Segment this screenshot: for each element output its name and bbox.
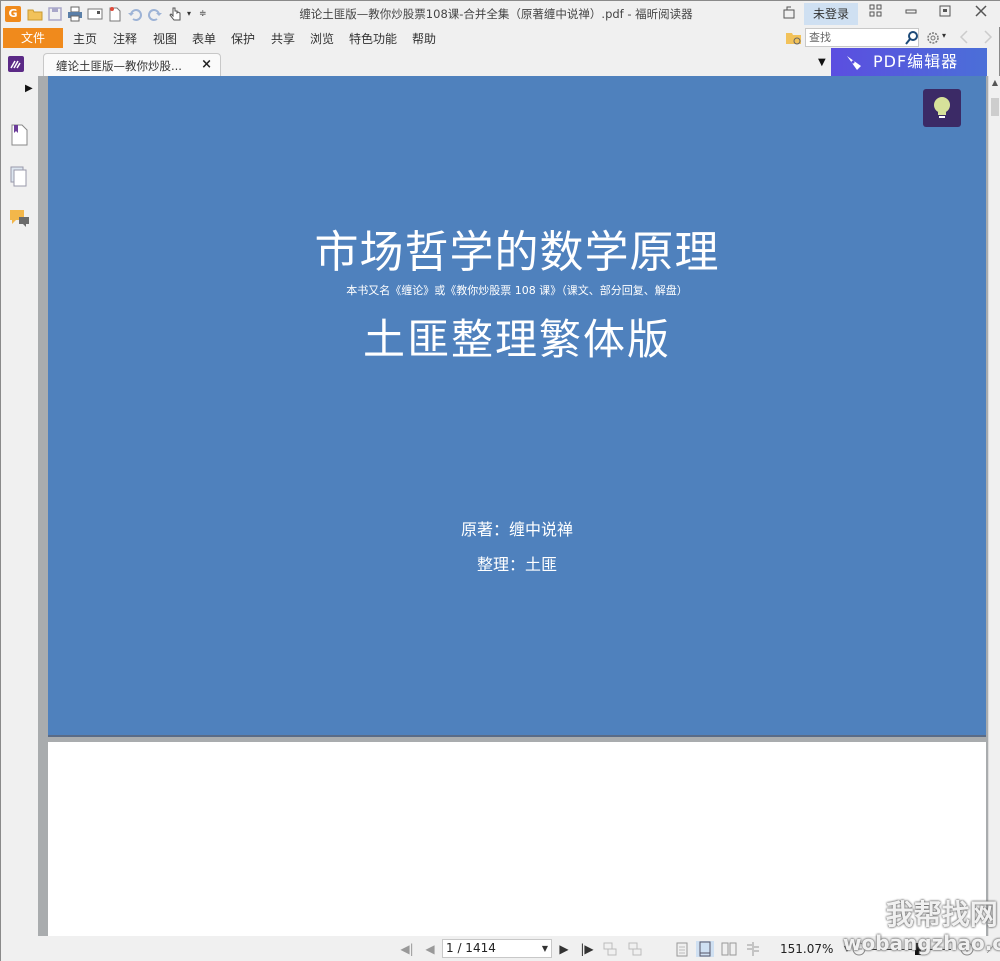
page-thumbnails-icon[interactable] xyxy=(9,165,29,189)
document-author: 原著：缠中说禅 xyxy=(460,520,573,539)
watermark-line-1: 我帮找网 xyxy=(885,898,998,931)
single-page-view-icon[interactable] xyxy=(674,941,690,957)
menu-file[interactable]: 文件 xyxy=(3,28,63,48)
menu-help[interactable]: 帮助 xyxy=(412,30,436,47)
menu-browse[interactable]: 浏览 xyxy=(310,30,334,47)
watermark-url: wobangzhao.com xyxy=(843,931,1000,955)
expand-panel-icon[interactable]: ▶ xyxy=(25,83,33,94)
lightbulb-icon xyxy=(934,97,950,118)
previous-page-icon[interactable]: ◀ xyxy=(422,941,438,957)
menu-share[interactable]: 共享 xyxy=(271,30,295,47)
comments-icon[interactable] xyxy=(9,208,29,232)
redo-icon[interactable] xyxy=(147,6,163,22)
search-area: 查找 ▾ xyxy=(783,27,1000,49)
search-icon[interactable] xyxy=(904,30,920,50)
print-icon[interactable] xyxy=(67,6,83,22)
minimize-button[interactable] xyxy=(901,4,921,24)
continuous-facing-view-icon[interactable] xyxy=(745,941,761,957)
facing-view-icon[interactable] xyxy=(721,941,737,957)
window-title: 缠论土匪版—教你炒股票108课-合并全集（原著缠中说禅）.pdf - 福昕阅读器 xyxy=(299,7,693,21)
next-view-icon[interactable] xyxy=(627,941,643,957)
first-page-icon[interactable]: ◀| xyxy=(399,941,415,957)
bookmark-icon[interactable] xyxy=(9,123,29,147)
document-viewer[interactable]: 市场哲学的数学原理 本书又名《缠论》或《教你炒股票 108 课》（课文、部分回复… xyxy=(38,76,988,936)
app-window: G ▾ ≑ 缠论土匪版—教你炒股票108课-合并全集（原著缠中说禅）.pdf -… xyxy=(0,0,1000,961)
page-number-value: 1 / 1414 xyxy=(446,941,496,955)
settings-dropdown-icon[interactable]: ▾ xyxy=(942,31,946,40)
hand-tool-icon[interactable] xyxy=(167,6,183,22)
document-editor: 整理：土匪 xyxy=(476,555,557,574)
customize-toolbar-icon[interactable]: ≑ xyxy=(199,6,207,22)
maximize-button[interactable] xyxy=(935,4,955,24)
last-page-icon[interactable]: |▶ xyxy=(579,941,595,957)
scan-icon[interactable] xyxy=(87,6,103,22)
nav-back-icon[interactable] xyxy=(959,29,969,49)
share-window-icon[interactable] xyxy=(779,4,799,24)
scrollbar-thumb[interactable] xyxy=(991,98,999,116)
scroll-up-icon[interactable]: ▲ xyxy=(989,78,1000,92)
page-number-input[interactable]: 1 / 1414 ▼ xyxy=(442,939,552,958)
quick-access-toolbar: ▾ ≑ xyxy=(27,5,211,23)
tab-list-dropdown-icon[interactable]: ▼ xyxy=(818,57,826,68)
previous-view-icon[interactable] xyxy=(602,941,618,957)
tips-button[interactable] xyxy=(923,89,961,127)
next-page-icon[interactable]: ▶ xyxy=(556,941,572,957)
menu-features[interactable]: 特色功能 xyxy=(349,30,397,47)
ribbon-layout-icon[interactable] xyxy=(866,4,886,24)
menu-form[interactable]: 表单 xyxy=(192,30,216,47)
login-button[interactable]: 未登录 xyxy=(804,3,858,25)
pdf-editor-label: PDF编辑器 xyxy=(873,52,959,71)
settings-gear-icon[interactable] xyxy=(925,30,941,50)
title-bar: G ▾ ≑ 缠论土匪版—教你炒股票108课-合并全集（原著缠中说禅）.pdf -… xyxy=(1,1,1000,27)
undo-icon[interactable] xyxy=(127,6,143,22)
document-tab[interactable]: 缠论土匪版—教你炒股... × xyxy=(43,53,221,76)
navigation-panel: ▶ xyxy=(1,76,38,936)
nav-forward-icon[interactable] xyxy=(983,29,993,49)
pdf-editor-button[interactable]: PDF编辑器 xyxy=(831,48,987,76)
menu-home[interactable]: 主页 xyxy=(73,30,97,47)
document-subtitle: 本书又名《缠论》或《教你炒股票 108 课》（课文、部分回复、解盘） xyxy=(346,284,688,297)
search-input[interactable]: 查找 xyxy=(805,28,919,47)
pdf-page-1: 市场哲学的数学原理 本书又名《缠论》或《教你炒股票 108 课》（课文、部分回复… xyxy=(48,76,986,737)
zoom-level[interactable]: 151.07% xyxy=(780,942,833,956)
continuous-view-icon[interactable] xyxy=(696,941,714,957)
open-folder-icon[interactable] xyxy=(27,6,43,22)
hand-tool-dropdown-icon[interactable]: ▾ xyxy=(187,6,195,22)
watermark-text: 我帮找网 xyxy=(846,893,998,933)
menu-protect[interactable]: 保护 xyxy=(231,30,255,47)
foxit-sign-icon[interactable] xyxy=(8,56,24,76)
menu-bar: 文件 主页 注释 视图 表单 保护 共享 浏览 特色功能 帮助 xyxy=(1,27,781,49)
new-document-icon[interactable] xyxy=(107,6,123,22)
save-icon[interactable] xyxy=(47,6,63,22)
app-logo-icon[interactable]: G xyxy=(5,6,21,22)
close-window-button[interactable] xyxy=(971,4,991,24)
document-secondary-title: 土匪整理繁体版 xyxy=(362,315,671,364)
document-main-title: 市场哲学的数学原理 xyxy=(314,227,720,278)
document-tab-label: 缠论土匪版—教你炒股... xyxy=(56,59,182,73)
search-folder-icon[interactable] xyxy=(785,29,803,51)
menu-comment[interactable]: 注释 xyxy=(113,30,137,47)
magnifier-watermark-icon xyxy=(848,902,875,930)
close-tab-icon[interactable]: × xyxy=(201,57,212,72)
page-dropdown-icon[interactable]: ▼ xyxy=(542,940,548,957)
menu-view[interactable]: 视图 xyxy=(153,30,177,47)
vertical-scrollbar[interactable]: ▲ xyxy=(988,76,1000,936)
